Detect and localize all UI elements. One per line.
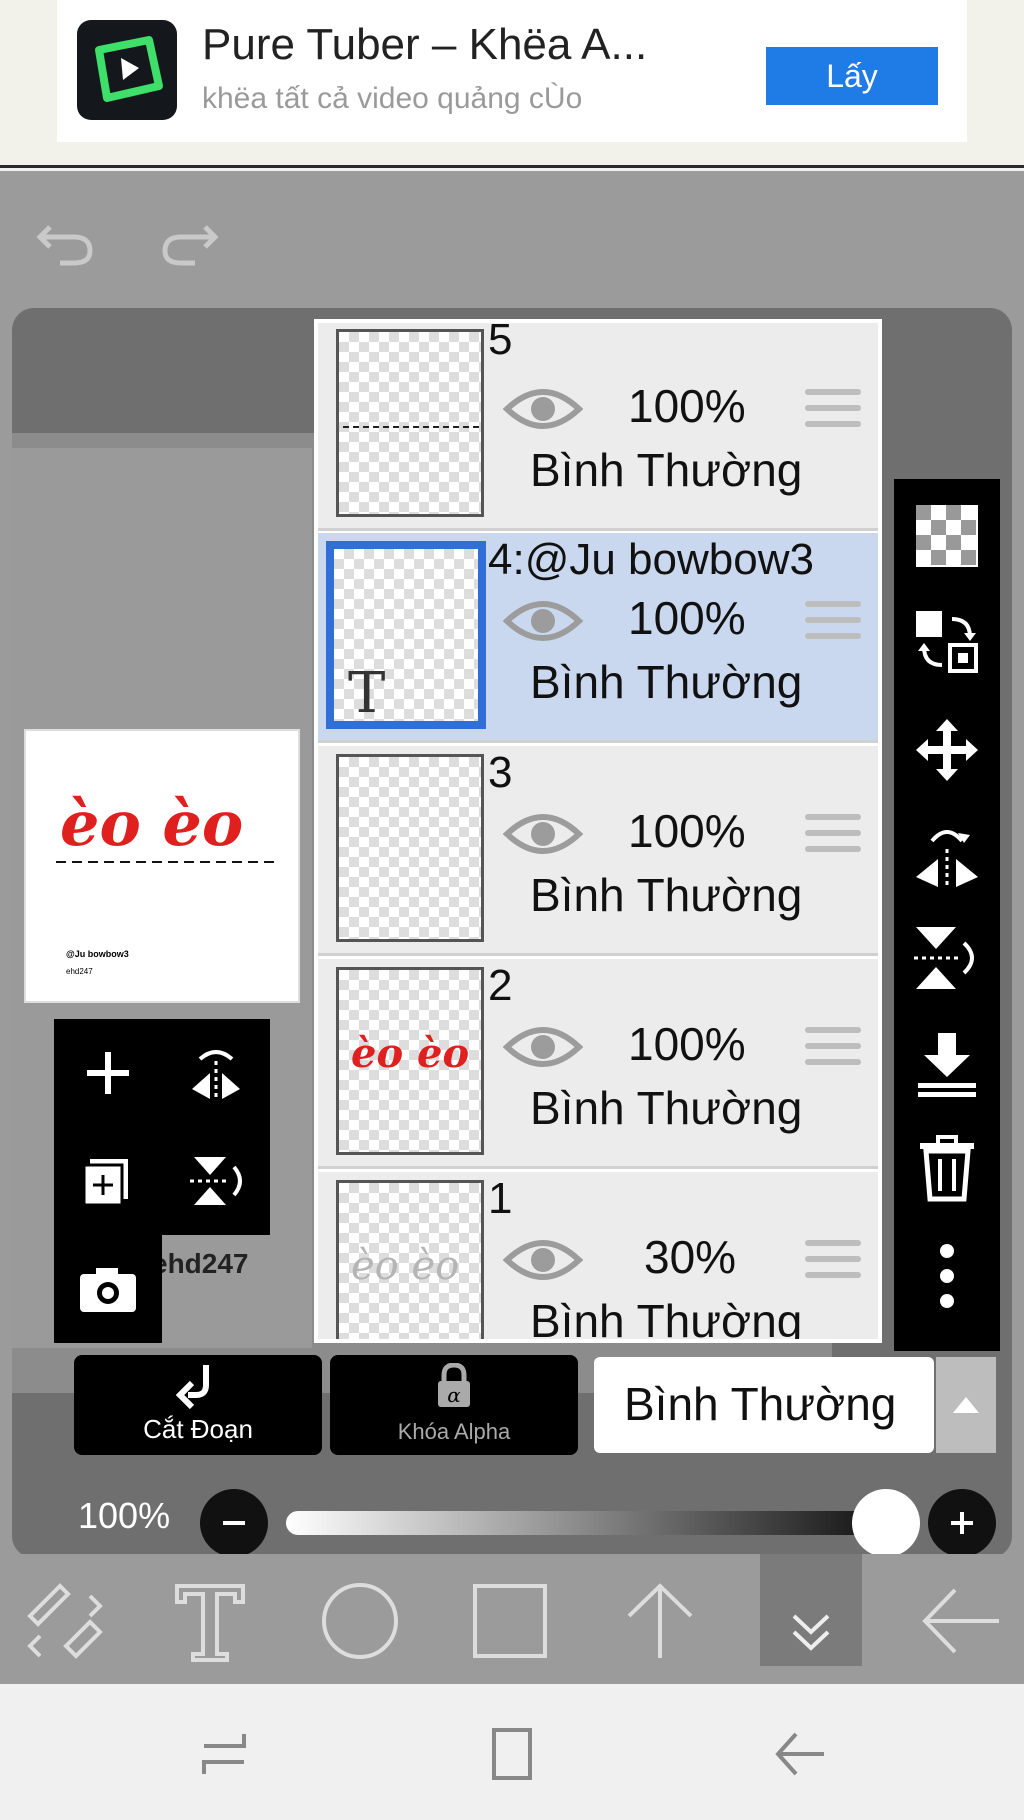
layer-name: 3 xyxy=(488,748,513,797)
layer-item[interactable]: 5 100% Bình Thường xyxy=(318,319,878,531)
layer-opacity: 100% xyxy=(628,380,746,432)
more-icon[interactable] xyxy=(912,1241,982,1311)
flip-horizontal-icon[interactable] xyxy=(912,819,982,889)
layer-thumb-art: èo èo xyxy=(351,1030,470,1077)
layers-panel[interactable]: 5 100% Bình Thường T 4:@Ju bowbow3 100% … xyxy=(314,319,882,1343)
visibility-eye-icon[interactable] xyxy=(503,593,583,649)
layer-name: 2 xyxy=(488,961,513,1010)
layer-opacity: 100% xyxy=(628,805,746,857)
flip-v-icon[interactable] xyxy=(162,1127,270,1235)
preview-small-text-2: ehd247 xyxy=(66,967,93,976)
ad-title: Pure Tuber – Khëa A... xyxy=(202,20,648,69)
redo-icon[interactable] xyxy=(155,201,225,271)
preview-art-text: èo èo xyxy=(60,787,244,860)
add-layer-icon[interactable] xyxy=(54,1019,162,1127)
svg-text:α: α xyxy=(447,1383,461,1407)
back-icon[interactable] xyxy=(770,1724,830,1784)
layer-name: 5 xyxy=(488,319,513,364)
ad-get-button[interactable]: Lấy xyxy=(766,47,938,105)
layer-thumbnail: èo èo xyxy=(336,967,484,1155)
swap-layer-icon[interactable] xyxy=(912,607,982,677)
opacity-decrease-button[interactable] xyxy=(200,1489,268,1557)
visibility-eye-icon[interactable] xyxy=(503,806,583,862)
left-layer-tools xyxy=(54,1019,270,1343)
move-icon[interactable] xyxy=(912,715,982,785)
recents-icon[interactable] xyxy=(196,1724,256,1784)
camera-icon[interactable] xyxy=(54,1235,162,1343)
layer-thumbnail xyxy=(336,329,484,517)
blend-mode-value: Bình Thường xyxy=(624,1378,897,1430)
layer-thumb-art: èo èo xyxy=(351,1243,460,1289)
layer-name: 1 xyxy=(488,1174,513,1223)
layer-item[interactable]: èo èo 1 30% Bình Thường xyxy=(318,1172,878,1343)
app-area: wbo ehd247 èo èo @Ju bowbow3 ehd247 xyxy=(0,171,1024,1684)
opacity-slider-thumb[interactable] xyxy=(852,1489,920,1557)
layer-blend-mode: Bình Thường xyxy=(530,869,803,921)
canvas-preview[interactable]: èo èo @Ju bowbow3 ehd247 xyxy=(24,729,300,1003)
blend-dropdown-arrow-icon[interactable] xyxy=(936,1357,996,1453)
layer-opacity: 100% xyxy=(628,592,746,644)
opacity-percent: 100% xyxy=(78,1495,171,1536)
alpha-lock-button[interactable]: α Khóa Alpha xyxy=(330,1355,578,1455)
blend-mode-select[interactable]: Bình Thường xyxy=(594,1357,996,1453)
ad-app-logo-icon xyxy=(77,20,177,120)
layer-blend-mode: Bình Thường xyxy=(530,444,803,496)
text-icon[interactable] xyxy=(165,1576,255,1666)
home-icon[interactable] xyxy=(482,1724,542,1784)
clipping-label: Cắt Đoạn xyxy=(143,1414,253,1444)
layer-item[interactable]: èo èo 2 100% Bình Thường xyxy=(318,959,878,1169)
layer-thumbnail: T xyxy=(326,541,486,729)
add-copy-icon[interactable] xyxy=(54,1127,162,1235)
clipping-button[interactable]: Cắt Đoạn xyxy=(74,1355,322,1455)
select-eraser-icon[interactable] xyxy=(20,1576,110,1666)
drag-handle-icon[interactable] xyxy=(805,1027,861,1073)
rectangle-icon[interactable] xyxy=(465,1576,555,1666)
right-toolbar xyxy=(894,479,1000,1351)
preview-small-text: @Ju bowbow3 xyxy=(66,949,129,959)
drag-handle-icon[interactable] xyxy=(805,601,861,647)
layer-thumbnail xyxy=(336,754,484,942)
visibility-eye-icon[interactable] xyxy=(503,381,583,437)
ad-subtitle: khëa tất cả video quảng cÙo xyxy=(202,82,583,115)
layer-blend-mode: Bình Thường xyxy=(530,1295,803,1343)
collapse-icon[interactable] xyxy=(766,1576,856,1666)
circle-icon[interactable] xyxy=(315,1576,405,1666)
trash-icon[interactable] xyxy=(912,1133,982,1203)
alpha-lock-label: Khóa Alpha xyxy=(397,1419,511,1444)
transparency-icon[interactable] xyxy=(912,501,982,571)
ad-banner[interactable]: Pure Tuber – Khëa A... khëa tất cả video… xyxy=(0,0,1024,168)
layer-opacity: 100% xyxy=(628,1018,746,1070)
opacity-slider-track[interactable] xyxy=(286,1511,886,1535)
layer-blend-mode: Bình Thường xyxy=(530,1082,803,1134)
visibility-eye-icon[interactable] xyxy=(503,1232,583,1288)
text-layer-icon: T xyxy=(348,661,386,726)
flip-vertical-icon[interactable] xyxy=(912,923,982,993)
system-navigation-bar xyxy=(0,1684,1024,1820)
layer-opacity: 30% xyxy=(644,1231,737,1283)
bottom-toolbar xyxy=(0,1554,1024,1682)
layer-name: 4:@Ju bowbow3 xyxy=(488,535,814,584)
undo-icon[interactable] xyxy=(30,201,100,271)
layer-item[interactable]: 3 100% Bình Thường xyxy=(318,746,878,956)
arrow-up-icon[interactable] xyxy=(615,1576,705,1666)
layer-blend-mode: Bình Thường xyxy=(530,656,803,708)
merge-down-icon[interactable] xyxy=(912,1029,982,1099)
visibility-eye-icon[interactable] xyxy=(503,1019,583,1075)
drag-handle-icon[interactable] xyxy=(805,389,861,435)
layer-item-selected[interactable]: T 4:@Ju bowbow3 100% Bình Thường xyxy=(318,533,878,743)
drag-handle-icon[interactable] xyxy=(805,1240,861,1286)
opacity-increase-button[interactable] xyxy=(928,1489,996,1557)
back-arrow-icon[interactable] xyxy=(915,1576,1005,1666)
layer-thumbnail: èo èo xyxy=(336,1180,484,1339)
drag-handle-icon[interactable] xyxy=(805,814,861,860)
flip-h-icon[interactable] xyxy=(162,1019,270,1127)
ad-card[interactable]: Pure Tuber – Khëa A... khëa tất cả video… xyxy=(57,0,967,142)
